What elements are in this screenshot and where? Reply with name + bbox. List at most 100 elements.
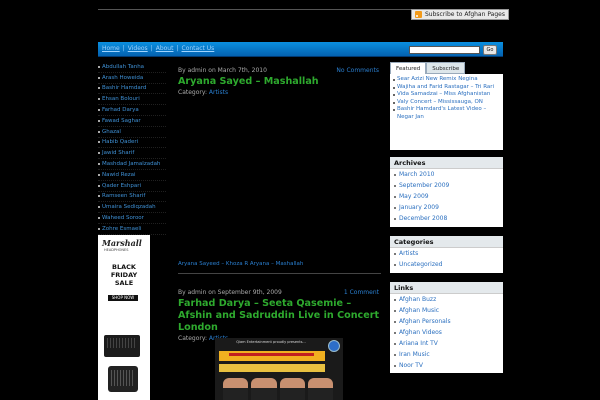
featured-item-label: Vida Samadzai – Miss Afghanistan xyxy=(397,91,491,98)
artist-menu-item[interactable]: Zohre Esmaeli xyxy=(98,224,166,235)
blogroll-link[interactable]: Noor TV xyxy=(390,360,503,371)
artist-menu-item[interactable]: Bashir Hamdard xyxy=(98,84,166,95)
featured-item[interactable]: Bashir Hamdard's Latest Video – Negar Ja… xyxy=(393,106,500,121)
ad-shop-button[interactable]: SHOP NOW xyxy=(108,295,138,301)
bullet-icon xyxy=(394,298,396,301)
featured-item[interactable]: Valy Concert – Mississauga, ON xyxy=(393,99,500,107)
advertisement[interactable]: Marshall HEADPHONES BLACK FRIDAY SALE SH… xyxy=(98,235,150,400)
artist-menu-item[interactable]: Farhad Darya xyxy=(98,105,166,116)
bullet-icon xyxy=(98,206,100,209)
category-link[interactable]: Uncategorized xyxy=(390,259,503,270)
blogroll-link[interactable]: Iran Music xyxy=(390,349,503,360)
post-category-label: Category: xyxy=(178,335,207,342)
bullet-icon xyxy=(98,98,100,101)
subscribe-button[interactable]: Subscribe to Afghan Pages xyxy=(411,9,509,20)
bullet-icon xyxy=(98,87,100,90)
tab-bar: Featured Subscribe xyxy=(390,62,503,74)
category-link[interactable]: Artists xyxy=(390,248,503,259)
nav-separator: | xyxy=(122,45,125,52)
artist-menu-item[interactable]: Mashdad Jamalzadah xyxy=(98,159,166,170)
bullet-icon xyxy=(98,65,100,68)
artist-menu-item[interactable]: Habib Qaderi xyxy=(98,138,166,149)
blogroll-link-label: Noor TV xyxy=(399,362,423,369)
video-caption-link[interactable]: Aryana Sayeed – Khoza R Aryana – Mashall… xyxy=(178,261,303,267)
bullet-icon xyxy=(393,79,395,81)
nav-link-home[interactable]: Home xyxy=(102,45,120,52)
categories-heading: Categories xyxy=(390,236,503,248)
archive-link[interactable]: May 2009 xyxy=(390,191,503,202)
nav-link-videos[interactable]: Videos xyxy=(128,45,148,52)
bullet-icon xyxy=(98,141,100,144)
category-link-label: Artists xyxy=(399,250,419,257)
post-title[interactable]: Aryana Sayed – Mashallah xyxy=(178,76,381,88)
ad-speaker-image xyxy=(108,366,138,392)
category-link-label: Uncategorized xyxy=(399,261,443,268)
search-go-button[interactable]: Go xyxy=(483,45,497,55)
blogroll-link[interactable]: Ariana Int TV xyxy=(390,338,503,349)
bullet-icon xyxy=(394,342,396,345)
archive-link[interactable]: January 2009 xyxy=(390,202,503,213)
featured-tabs-widget: Featured Subscribe Sear Azizi New Remix … xyxy=(390,62,503,150)
featured-item-label: Sear Azizi New Remix Negina xyxy=(397,76,478,82)
artist-menu-item[interactable]: Arash Howeida xyxy=(98,73,166,84)
featured-item[interactable]: Sear Azizi New Remix Negina xyxy=(393,76,500,84)
featured-item[interactable]: Vida Samadzai – Miss Afghanistan xyxy=(393,91,500,99)
artist-menu-item[interactable]: Fawad Saghar xyxy=(98,116,166,127)
blogroll-link-label: Afghan Music xyxy=(399,307,440,314)
artist-menu-item[interactable]: Nawid Rezai xyxy=(98,170,166,181)
artist-menu-item[interactable]: Abdullah Tanha xyxy=(98,62,166,73)
artist-menu-item-label: Nawid Rezai xyxy=(102,171,136,178)
blogroll-link[interactable]: Afghan Personals xyxy=(390,316,503,327)
bullet-icon xyxy=(98,152,100,155)
nav-link-about[interactable]: About xyxy=(156,45,174,52)
nav-links: Home | Videos | About | Contact Us xyxy=(102,45,214,52)
blogroll-link-label: Iran Music xyxy=(399,351,430,358)
artist-menu-item[interactable]: Ehsan Bolouri xyxy=(98,94,166,106)
bullet-icon xyxy=(393,94,395,97)
bullet-icon xyxy=(394,206,396,209)
artist-menu-item[interactable]: Waheed Soroor xyxy=(98,213,166,224)
artist-menu-item[interactable]: Umaira Sediqzadah xyxy=(98,202,166,214)
tab-subscribe[interactable]: Subscribe xyxy=(426,62,466,74)
featured-list: Sear Azizi New Remix Negina Wajiha and Fa… xyxy=(390,74,503,150)
bullet-icon xyxy=(393,109,395,112)
archive-link[interactable]: December 2008 xyxy=(390,213,503,224)
blogroll-link[interactable]: Afghan Buzz xyxy=(390,294,503,305)
artist-menu-item-label: Jawid Sharif xyxy=(102,150,135,157)
bullet-icon xyxy=(98,217,100,220)
artist-menu-item[interactable]: Qader Eshpari xyxy=(98,181,166,192)
post-category-link[interactable]: Artists xyxy=(209,89,228,96)
archive-link-label: December 2008 xyxy=(399,215,448,222)
poster-banner xyxy=(219,364,325,372)
poster-logo xyxy=(328,340,340,352)
blogroll-link[interactable]: Afghan Videos xyxy=(390,327,503,338)
featured-item[interactable]: Wajiha and Farid Rastagar – Tri Rari xyxy=(393,84,500,92)
artist-menu-item[interactable]: Ghazal xyxy=(98,127,166,138)
ad-speaker-image xyxy=(104,335,140,357)
post-comments-link[interactable]: No Comments xyxy=(336,67,379,74)
archives-list: March 2010 September 2009 May 2009 January … xyxy=(390,169,503,224)
post-title[interactable]: Farhad Darya – Seeta Qasemie – Afshin an… xyxy=(178,298,381,334)
artist-menu-item-label: Bashir Hamdard xyxy=(102,85,147,92)
archive-link[interactable]: September 2009 xyxy=(390,180,503,191)
ad-brand-sub: HEADPHONES xyxy=(104,248,129,252)
artist-menu-item-label: Abdullah Tanha xyxy=(102,63,145,70)
artist-menu-item-label: Ghazal xyxy=(102,128,121,135)
search-input[interactable] xyxy=(409,46,480,54)
bullet-icon xyxy=(393,101,395,104)
poster-artist xyxy=(223,378,249,400)
blogroll-link-label: Ariana Int TV xyxy=(399,340,438,347)
nav-bar: Home | Videos | About | Contact Us Go xyxy=(98,42,503,57)
artist-menu-item-label: Zohre Esmaeli xyxy=(102,225,142,232)
post-category: Category: Artists xyxy=(178,89,381,96)
nav-link-contact[interactable]: Contact Us xyxy=(182,45,215,52)
post-comments-link[interactable]: 1 Comment xyxy=(344,289,379,296)
tab-featured[interactable]: Featured xyxy=(390,62,427,74)
post-divider xyxy=(178,273,381,274)
artist-menu-item[interactable]: Ramseen Sharif xyxy=(98,192,166,203)
artist-menu-item[interactable]: Jawid Sharif xyxy=(98,148,166,160)
blogroll-link[interactable]: Afghan Music xyxy=(390,305,503,316)
archive-link[interactable]: March 2010 xyxy=(390,169,503,180)
blogroll-link-label: Afghan Personals xyxy=(399,318,451,325)
poster-banner xyxy=(219,351,325,361)
